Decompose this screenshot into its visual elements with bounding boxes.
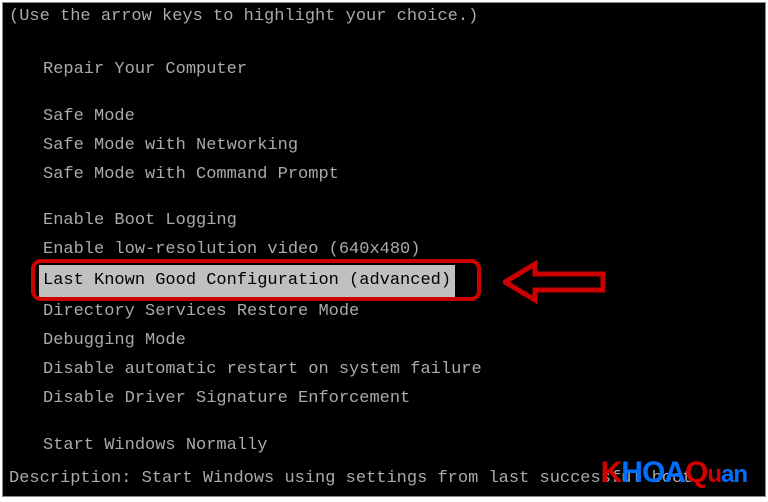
menu-item-safe-mode-networking[interactable]: Safe Mode with Networking: [43, 132, 298, 161]
menu-group-safe-mode: Safe Mode Safe Mode with Networking Safe…: [43, 103, 765, 190]
menu-item-low-resolution-video[interactable]: Enable low-resolution video (640x480): [43, 236, 420, 265]
menu-item-repair-your-computer[interactable]: Repair Your Computer: [43, 56, 247, 85]
boot-menu-screen: (Use the arrow keys to highlight your ch…: [2, 2, 766, 497]
logo-letters-oa: OA: [642, 456, 685, 489]
description-line: Description: Start Windows using setting…: [9, 469, 693, 488]
selected-item-wrapper: Last Known Good Configuration (advanced): [43, 265, 455, 298]
menu-item-debugging-mode[interactable]: Debugging Mode: [43, 327, 186, 356]
instruction-text: (Use the arrow keys to highlight your ch…: [3, 3, 765, 32]
watermark-logo: KHOAQuan: [601, 456, 747, 490]
menu-group-advanced: Enable Boot Logging Enable low-resolutio…: [43, 207, 765, 413]
logo-letters-an: an: [721, 461, 747, 488]
menu-item-last-known-good-config[interactable]: Last Known Good Configuration (advanced): [39, 265, 455, 298]
logo-letter-k: K: [601, 456, 622, 489]
menu-item-safe-mode-command-prompt[interactable]: Safe Mode with Command Prompt: [43, 161, 339, 190]
description-label: Description:: [9, 469, 131, 488]
logo-letter-u: u: [707, 461, 721, 488]
menu-item-start-windows-normally[interactable]: Start Windows Normally: [43, 432, 267, 461]
menu-item-disable-auto-restart[interactable]: Disable automatic restart on system fail…: [43, 356, 482, 385]
logo-letter-q: Q: [685, 456, 707, 489]
menu-item-enable-boot-logging[interactable]: Enable Boot Logging: [43, 207, 237, 236]
menu-item-directory-services-restore[interactable]: Directory Services Restore Mode: [43, 298, 359, 327]
menu-item-safe-mode[interactable]: Safe Mode: [43, 103, 135, 132]
logo-letter-h: H: [621, 456, 642, 489]
menu-group-repair: Repair Your Computer: [43, 56, 765, 85]
menu-item-disable-driver-signature[interactable]: Disable Driver Signature Enforcement: [43, 385, 410, 414]
content-area: (Use the arrow keys to highlight your ch…: [3, 3, 765, 461]
boot-options-menu: Repair Your Computer Safe Mode Safe Mode…: [3, 32, 765, 461]
